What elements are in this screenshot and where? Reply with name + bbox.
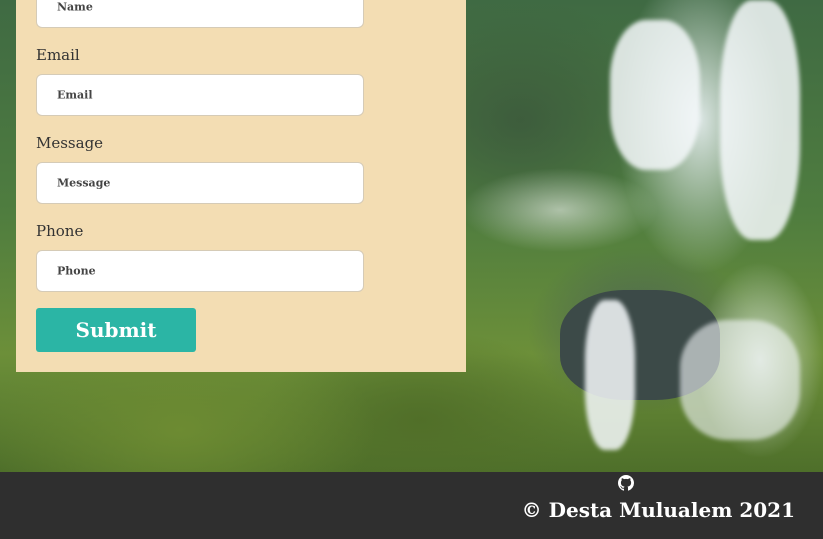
copyright-text: © Desta Mulualem 2021 [521,498,795,522]
name-field[interactable]: Name [36,0,364,28]
cascade-foam [680,320,800,440]
message-field[interactable]: Message [36,162,364,204]
message-label: Message [36,134,104,152]
submit-button[interactable]: Submit [36,308,196,352]
cascade-foam [585,300,635,450]
email-field[interactable]: Email [36,74,364,116]
waterfall-spray [610,20,700,170]
email-label: Email [36,46,80,64]
message-field-placeholder: Message [57,176,111,190]
phone-field[interactable]: Phone [36,250,364,292]
phone-field-placeholder: Phone [57,264,96,278]
name-field-placeholder: Name [57,0,93,14]
waterfall-stream [720,0,800,240]
github-icon[interactable] [618,475,634,491]
email-field-placeholder: Email [57,88,93,102]
phone-label: Phone [36,222,84,240]
